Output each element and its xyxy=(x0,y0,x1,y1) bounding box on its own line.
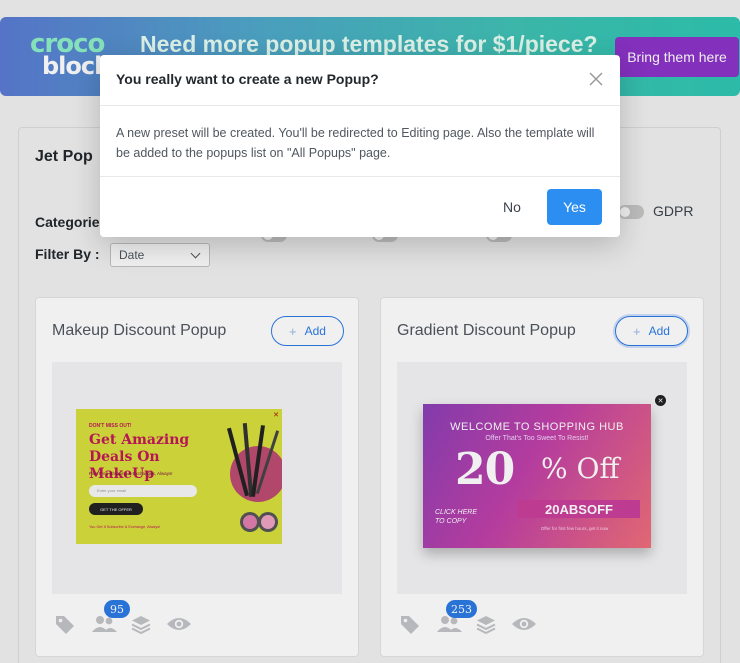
divider xyxy=(100,105,620,106)
dialog-title: You really want to create a new Popup? xyxy=(116,71,379,87)
dialog-message: A new preset will be created. You'll be … xyxy=(116,126,595,160)
no-button[interactable]: No xyxy=(494,189,530,225)
close-icon[interactable] xyxy=(589,72,603,86)
confirm-create-popup-dialog: You really want to create a new Popup? A… xyxy=(100,55,620,237)
divider xyxy=(100,176,620,177)
yes-button[interactable]: Yes xyxy=(547,189,602,225)
